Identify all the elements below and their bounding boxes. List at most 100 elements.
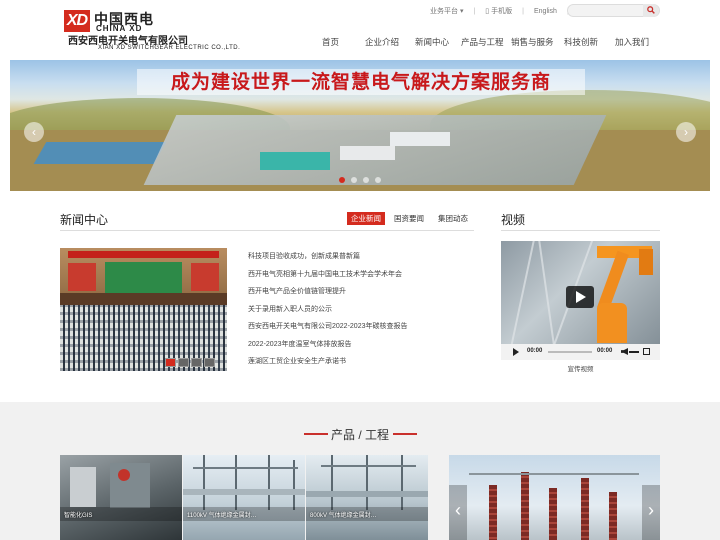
project-image-part bbox=[521, 472, 529, 540]
nav-item-join-us[interactable]: 加入我们 bbox=[615, 36, 649, 48]
project-image-part bbox=[581, 478, 589, 540]
product-card-gis[interactable]: 智能化GIS bbox=[60, 455, 182, 540]
project-image-part bbox=[469, 473, 639, 475]
product-image-part bbox=[331, 455, 333, 510]
video-caption[interactable]: 宣传视频 bbox=[501, 363, 660, 373]
divider bbox=[501, 230, 660, 231]
product-card-1100kv[interactable]: 1100kV 气体绝缘金属封… bbox=[183, 455, 305, 540]
search-input[interactable] bbox=[572, 6, 642, 16]
video-robot-base bbox=[597, 303, 627, 343]
product-image-part bbox=[235, 455, 237, 510]
product-image-part bbox=[183, 489, 305, 495]
product-image-part bbox=[268, 455, 270, 510]
products-section: 产品 / 工程 智能化GIS 1100kV 气体绝缘金属封… 800kV 气体绝… bbox=[0, 402, 720, 540]
video-progress-bar[interactable] bbox=[548, 351, 592, 353]
nav-item-about[interactable]: 企业介绍 bbox=[365, 36, 399, 48]
news-item[interactable]: 西安西电开关电气有限公司2022-2023年碳核查报告 bbox=[248, 321, 407, 331]
product-image-part bbox=[321, 465, 416, 467]
banner-building bbox=[390, 132, 450, 146]
volume-slider[interactable] bbox=[629, 351, 639, 353]
photo-banner bbox=[68, 251, 219, 258]
project-image-part bbox=[489, 485, 497, 540]
product-image-part bbox=[118, 469, 130, 481]
news-featured-photo[interactable] bbox=[60, 248, 227, 371]
photo-thumb[interactable] bbox=[178, 358, 189, 367]
company-name-en: XIAN XD SWITCHGEAR ELECTRIC CO.,LTD. bbox=[98, 45, 241, 51]
news-item[interactable]: 莲湖区工贸企业安全生产承诺书 bbox=[248, 356, 346, 366]
product-image-part bbox=[366, 455, 368, 510]
photo-stage bbox=[60, 293, 227, 305]
news-item[interactable]: 科技项目验收成功，创新成果普新篇 bbox=[248, 251, 360, 261]
banner-pagination bbox=[339, 177, 381, 183]
divider bbox=[60, 230, 474, 231]
business-platform-dropdown[interactable]: 业务平台 ▾ bbox=[430, 6, 463, 16]
business-platform-label: 业务平台 bbox=[430, 8, 458, 15]
nav-item-home[interactable]: 首页 bbox=[322, 36, 339, 48]
divider: | bbox=[473, 7, 476, 15]
banner-dot[interactable] bbox=[339, 177, 345, 183]
chevron-down-icon: ▾ bbox=[459, 8, 464, 15]
top-utility-bar: 业务平台 ▾ | ▯手机版 | English | bbox=[430, 5, 579, 17]
english-link[interactable]: English bbox=[534, 8, 557, 15]
photo-pagination bbox=[165, 358, 215, 367]
search-icon bbox=[647, 6, 655, 14]
project-carousel[interactable]: ‹ › bbox=[449, 455, 660, 540]
banner-prev-button[interactable]: ‹ bbox=[24, 122, 44, 142]
product-label: 1100kV 气体绝缘金属封… bbox=[187, 513, 257, 519]
banner-building bbox=[340, 146, 395, 160]
banner-slogan: 成为建设世界一流智慧电气解决方案服务商 bbox=[137, 69, 585, 95]
tab-company-news[interactable]: 企业新闻 bbox=[347, 212, 385, 225]
product-image-part bbox=[306, 491, 428, 497]
photo-thumb[interactable] bbox=[165, 358, 176, 367]
video-bg-line bbox=[508, 241, 536, 355]
banner-dot[interactable] bbox=[375, 177, 381, 183]
banner-building bbox=[33, 142, 167, 164]
photo-screen bbox=[191, 263, 219, 291]
nav-item-sales[interactable]: 销售与服务 bbox=[511, 36, 554, 48]
project-image-part bbox=[609, 492, 617, 540]
tab-group-news[interactable]: 集团动态 bbox=[434, 212, 472, 225]
product-image-part bbox=[110, 463, 150, 508]
volume-icon[interactable] bbox=[621, 348, 628, 355]
banner-building bbox=[260, 152, 330, 170]
play-button[interactable] bbox=[513, 348, 519, 356]
site-header: XD 中国西电 CHINA XD 西安西电开关电气有限公司 XIAN XD SW… bbox=[0, 0, 720, 60]
product-image-part bbox=[193, 467, 298, 469]
video-current-time: 00:00 bbox=[527, 348, 543, 354]
photo-thumb[interactable] bbox=[204, 358, 215, 367]
project-prev-button[interactable]: ‹ bbox=[449, 485, 467, 540]
news-item[interactable]: 2022-2023年度温室气体排放报告 bbox=[248, 339, 351, 349]
project-next-button[interactable]: › bbox=[642, 485, 660, 540]
title-decoration-line bbox=[393, 433, 417, 435]
hero-banner[interactable]: 成为建设世界一流智慧电气解决方案服务商 ‹ › bbox=[10, 60, 710, 191]
video-player[interactable]: 00:00 00:00 bbox=[501, 241, 660, 360]
play-icon[interactable] bbox=[566, 286, 594, 308]
company-logo[interactable]: XD 中国西电 CHINA XD 西安西电开关电气有限公司 XIAN XD SW… bbox=[64, 10, 240, 54]
photo-stage-curtain bbox=[105, 262, 182, 294]
nav-item-products[interactable]: 产品与工程 bbox=[461, 36, 504, 48]
photo-screen bbox=[68, 263, 96, 291]
search-button[interactable] bbox=[643, 4, 659, 17]
product-image-part bbox=[401, 455, 403, 510]
mobile-link[interactable]: ▯ 手机版 bbox=[485, 6, 512, 16]
banner-dot[interactable] bbox=[351, 177, 357, 183]
banner-dot[interactable] bbox=[363, 177, 369, 183]
photo-thumb[interactable] bbox=[191, 358, 202, 367]
news-item[interactable]: 西开电气产品全价值链管理提升 bbox=[248, 286, 346, 296]
news-item[interactable]: 关于录用新入职人员的公示 bbox=[248, 304, 332, 314]
fullscreen-icon[interactable] bbox=[643, 348, 650, 355]
video-robot-arm bbox=[639, 249, 653, 275]
project-image-part bbox=[549, 488, 557, 540]
divider: | bbox=[522, 7, 524, 15]
mobile-phone-icon: ▯ bbox=[485, 8, 490, 15]
product-image-part bbox=[70, 467, 96, 507]
banner-next-button[interactable]: › bbox=[676, 122, 696, 142]
product-label: 800kV 气体绝缘金属封… bbox=[310, 513, 377, 519]
tab-sasac-news[interactable]: 国资要闻 bbox=[390, 212, 428, 225]
news-item[interactable]: 西开电气亮相第十九届中国电工技术学会学术年会 bbox=[248, 269, 402, 279]
product-card-800kv[interactable]: 800kV 气体绝缘金属封… bbox=[306, 455, 428, 540]
search-box bbox=[567, 4, 660, 17]
product-image-part bbox=[203, 455, 205, 510]
nav-item-news[interactable]: 新闻中心 bbox=[415, 36, 449, 48]
nav-item-technology[interactable]: 科技创新 bbox=[564, 36, 598, 48]
